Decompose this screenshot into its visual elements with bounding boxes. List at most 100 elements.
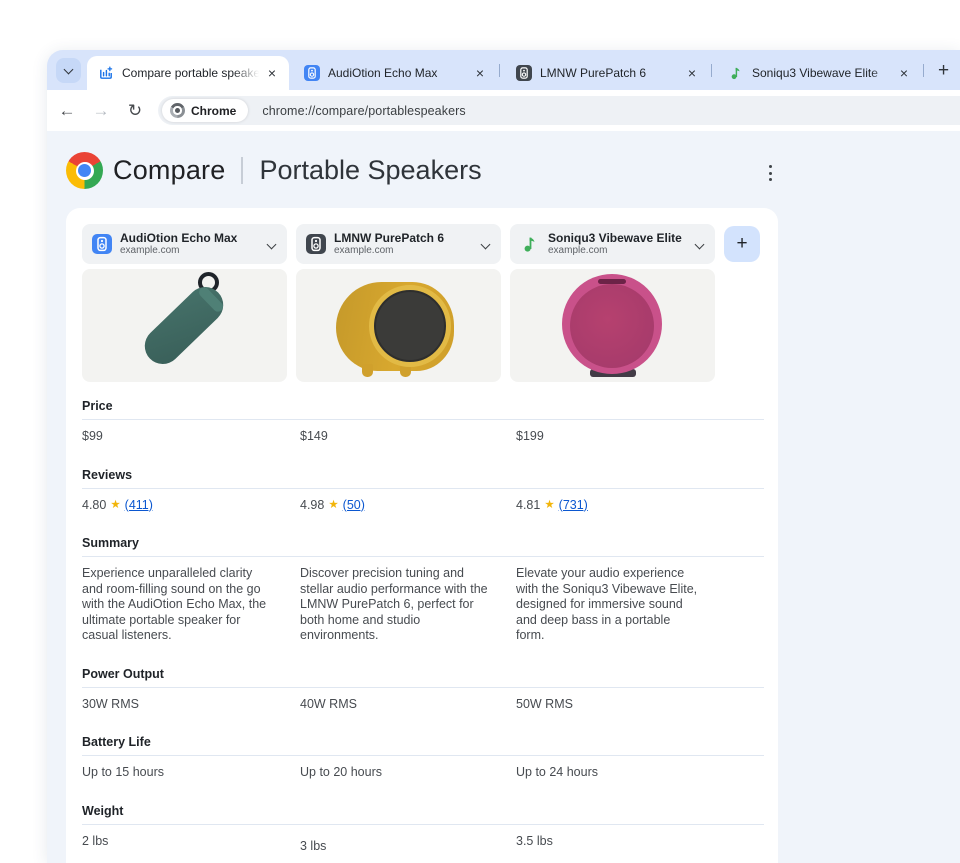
product-image-soniqu3: [510, 269, 715, 382]
tab-close-icon[interactable]: ×: [471, 64, 489, 82]
chevron-down-icon: [694, 239, 705, 249]
tab-close-icon[interactable]: ×: [683, 64, 701, 82]
product-name: AudiOtion Echo Max: [120, 231, 238, 245]
weight-value: 3 lbs: [300, 838, 327, 853]
row-label: Summary: [82, 536, 139, 550]
teal-cylinder-speaker: [137, 279, 231, 372]
product-image-row: [82, 269, 764, 382]
browser-toolbar: ← → ↻ Chrome chrome://compare/portablesp…: [47, 90, 960, 131]
tab-separator: [499, 64, 500, 77]
chevron-down-icon: [480, 239, 491, 249]
forward-icon[interactable]: →: [89, 90, 113, 131]
product-source: example.com: [548, 245, 608, 257]
screenshot-root: Compare portable speakers × AudiOtion Ec…: [0, 0, 960, 863]
price-value: $199: [516, 429, 544, 443]
product-source: example.com: [334, 245, 394, 257]
address-bar[interactable]: Chrome chrome://compare/portablespeakers: [158, 96, 960, 125]
rating: 4.80: [82, 497, 107, 512]
page-content: Compare Portable Speakers AudiOtion Echo…: [47, 131, 960, 863]
row-divider: [82, 823, 764, 825]
product-name: Soniqu3 Vibewave Elite: [548, 231, 682, 245]
header-divider: [241, 157, 244, 184]
star-icon: ★: [110, 498, 121, 511]
power-value: 30W RMS: [82, 696, 139, 711]
rating: 4.98: [300, 497, 325, 512]
music-note-icon: [731, 67, 740, 80]
page-header: Compare Portable Speakers: [66, 152, 482, 189]
site-chip[interactable]: Chrome: [162, 99, 249, 122]
row-divider: [82, 487, 764, 489]
battery-value: Up to 24 hours: [516, 765, 598, 779]
row-divider: [82, 419, 764, 420]
tab-title: AudiOtion Echo Max: [328, 65, 467, 81]
chrome-logo-icon: [66, 152, 103, 189]
tab-title: LMNW PurePatch 6: [540, 65, 679, 81]
weight-value: 2 lbs: [82, 833, 109, 848]
reload-icon[interactable]: ↻: [123, 90, 147, 131]
tab-separator: [923, 64, 924, 77]
battery-value: Up to 15 hours: [82, 765, 164, 779]
tab-audiotion[interactable]: AudiOtion Echo Max ×: [293, 56, 497, 90]
row-reviews: Reviews 4.80 ★ (411) 4.98 ★ (50) 4.81 ★ …: [82, 468, 764, 514]
product-chip-audiotion[interactable]: AudiOtion Echo Max example.com: [82, 224, 287, 264]
row-divider: [82, 755, 764, 756]
speaker-grille: [369, 285, 451, 367]
tab-title: Compare portable speakers: [122, 65, 259, 81]
review-value: 4.98 ★ (50): [300, 498, 516, 514]
speaker-grille: [570, 284, 654, 368]
back-icon[interactable]: ←: [55, 90, 79, 131]
price-value: $99: [82, 429, 103, 443]
weight-value: 3.5 lbs: [516, 833, 553, 848]
speaker-blue-icon: [92, 234, 112, 254]
browser-window: Compare portable speakers × AudiOtion Ec…: [47, 50, 960, 863]
summary-value: Discover precision tuning and stellar au…: [300, 566, 488, 642]
battery-value: Up to 20 hours: [300, 765, 382, 779]
speaker-dark-icon: [516, 65, 532, 81]
review-count-link[interactable]: (411): [125, 498, 153, 514]
row-price: Price $99 $149 $199: [82, 399, 764, 445]
tab-title: Soniqu3 Vibewave Elite: [752, 65, 891, 81]
compare-card: AudiOtion Echo Max example.com LMNW Pure…: [66, 208, 778, 863]
row-label: Price: [82, 399, 113, 413]
row-battery: Battery Life Up to 15 hours Up to 20 hou…: [82, 735, 764, 781]
add-product-button[interactable]: +: [724, 226, 760, 262]
more-options-icon[interactable]: [761, 162, 779, 184]
product-source: example.com: [120, 245, 180, 257]
product-chip-soniqu3[interactable]: Soniqu3 Vibewave Elite example.com: [510, 224, 715, 264]
site-chip-label: Chrome: [191, 103, 237, 118]
row-power: Power Output 30W RMS 40W RMS 50W RMS: [82, 667, 764, 713]
tab-close-icon[interactable]: ×: [263, 64, 281, 82]
speaker-blue-icon: [304, 65, 320, 81]
product-chip-text: AudiOtion Echo Max example.com: [120, 232, 264, 257]
review-count-link[interactable]: (50): [343, 498, 365, 514]
product-chip-lmnw[interactable]: LMNW PurePatch 6 example.com: [296, 224, 501, 264]
row-summary: Summary Experience unparalleled clarity …: [82, 536, 764, 644]
summary-value: Experience unparalleled clarity and room…: [82, 566, 267, 642]
music-note-icon: [524, 237, 535, 252]
row-label: Power Output: [82, 666, 164, 681]
review-value: 4.80 ★ (411): [82, 498, 300, 514]
chevron-down-icon: [266, 239, 277, 249]
speaker-dark-icon: [306, 234, 326, 254]
speaker-slot: [598, 279, 626, 284]
tab-search-button[interactable]: [56, 58, 81, 83]
tab-close-icon[interactable]: ×: [895, 64, 913, 82]
tab-lmnw[interactable]: LMNW PurePatch 6 ×: [505, 56, 709, 90]
power-value: 50W RMS: [516, 696, 573, 711]
url-text: chrome://compare/portablespeakers: [262, 103, 466, 118]
row-divider: [82, 686, 764, 688]
tab-compare[interactable]: Compare portable speakers ×: [87, 56, 289, 90]
summary-value: Elevate your audio experience with the S…: [516, 566, 698, 642]
price-value: $149: [300, 429, 328, 443]
tab-soniqu3[interactable]: Soniqu3 Vibewave Elite ×: [717, 56, 921, 90]
star-icon: ★: [544, 498, 555, 511]
review-count-link[interactable]: (731): [559, 498, 588, 514]
tab-strip: Compare portable speakers × AudiOtion Ec…: [47, 50, 960, 90]
chevron-down-icon: [63, 64, 74, 74]
app-name: Compare: [113, 155, 226, 185]
product-image-lmnw: [296, 269, 501, 382]
row-label: Weight: [82, 803, 124, 818]
chrome-mini-logo-icon: [170, 103, 185, 118]
row-label: Reviews: [82, 467, 133, 482]
new-tab-button[interactable]: +: [931, 58, 956, 83]
